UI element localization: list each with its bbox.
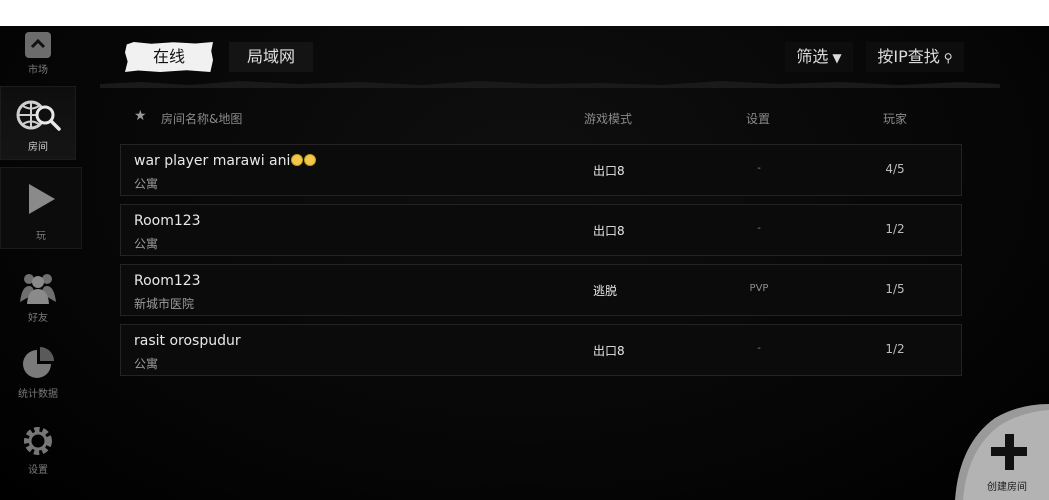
market-icon: [25, 32, 51, 58]
sidebar-item-market[interactable]: 市场: [0, 26, 76, 82]
sidebar-item-statistics[interactable]: 统计数据: [0, 336, 76, 406]
table-row[interactable]: Room123 新城市医院 逃脱 PVP 1/5: [120, 264, 962, 316]
room-map: 新城市医院: [134, 297, 195, 311]
sidebar-item-label: 设置: [28, 465, 48, 476]
ip-search-button[interactable]: 按IP查找 ⚲: [866, 42, 964, 72]
sidebar-item-label: 房间: [28, 142, 48, 153]
room-map: 公寓: [134, 177, 159, 191]
sidebar-item-label: 好友: [28, 313, 48, 324]
play-icon: [29, 184, 55, 214]
sidebar-item-settings[interactable]: 设置: [0, 414, 76, 482]
plus-icon: [991, 434, 1027, 470]
room-mode: 逃脱: [593, 284, 618, 298]
room-players: 4/5: [885, 162, 905, 176]
room-players: 1/2: [885, 222, 905, 236]
column-header-players[interactable]: 玩家: [883, 110, 907, 127]
emoji-icon: [291, 154, 304, 166]
room-setting: -: [757, 343, 761, 354]
column-header-name[interactable]: 房间名称&地图: [161, 110, 242, 127]
sidebar: 市场 房间 玩 好友 统计数据 设置: [0, 26, 84, 500]
room-mode: 出口8: [593, 164, 625, 178]
sidebar-item-rooms[interactable]: 房间: [0, 86, 76, 160]
create-room-button[interactable]: 创建房间: [955, 404, 1049, 500]
room-players: 1/2: [885, 342, 905, 356]
ip-search-label: 按IP查找: [877, 47, 940, 66]
filter-button[interactable]: 筛选 ▼: [785, 42, 853, 72]
sidebar-item-label: 玩: [36, 231, 46, 242]
room-players: 1/5: [885, 282, 905, 296]
filter-label: 筛选: [796, 47, 829, 66]
sidebar-item-label: 市场: [28, 65, 48, 76]
column-header-mode[interactable]: 游戏模式: [584, 110, 632, 127]
sidebar-item-label: 统计数据: [18, 389, 58, 400]
tab-lan[interactable]: 局域网: [229, 42, 313, 72]
sidebar-item-friends[interactable]: 好友: [0, 258, 76, 330]
table-row[interactable]: war player marawi ani 公寓 出口8 - 4/5: [120, 144, 962, 196]
room-map: 公寓: [134, 237, 159, 251]
tab-online[interactable]: 在线: [125, 42, 213, 72]
emoji-icon: [304, 154, 317, 166]
globe-search-icon: [16, 100, 61, 131]
room-setting: PVP: [749, 283, 769, 294]
favorite-star-icon[interactable]: ★: [134, 108, 147, 124]
create-room-label: 创建房间: [987, 482, 1027, 493]
column-header-settings[interactable]: 设置: [746, 110, 770, 127]
search-icon: ⚲: [943, 51, 953, 65]
room-setting: -: [757, 223, 761, 234]
room-map: 公寓: [134, 357, 159, 371]
table-row[interactable]: Room123 公寓 出口8 - 1/2: [120, 204, 962, 256]
gear-icon: [24, 427, 52, 455]
room-setting: -: [757, 163, 761, 174]
game-browser-screen: 市场 房间 玩 好友 统计数据 设置 在线 局域网 筛选 ▼ 按IP查找 ⚲ ★…: [0, 26, 1049, 500]
room-mode: 出口8: [593, 344, 625, 358]
room-name: Room123: [134, 273, 201, 289]
friends-icon: [20, 274, 56, 304]
room-name: war player marawi ani: [134, 153, 317, 169]
room-name: rasit orospudur: [134, 333, 241, 349]
room-name: Room123: [134, 213, 201, 229]
table-row[interactable]: rasit orospudur 公寓 出口8 - 1/2: [120, 324, 962, 376]
sidebar-item-play[interactable]: 玩: [0, 167, 82, 249]
dropdown-triangle-icon: ▼: [832, 51, 842, 65]
torn-divider: [100, 81, 1000, 88]
pie-chart-icon: [23, 347, 54, 378]
room-mode: 出口8: [593, 224, 625, 238]
